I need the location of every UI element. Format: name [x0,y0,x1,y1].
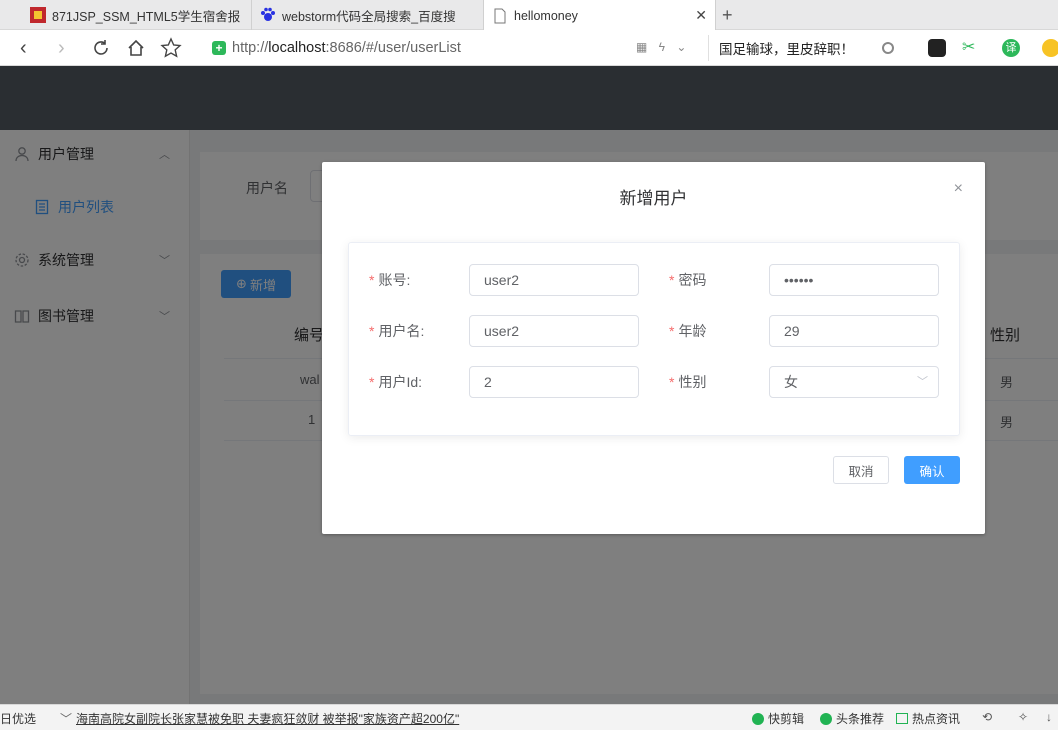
dialog-title: 新增用户 [619,189,688,208]
account-label: * 账号: [369,272,411,288]
browser-tab-2[interactable]: webstorm代码全局搜索_百度搜 [252,0,484,30]
play-icon [752,713,764,725]
age-input[interactable]: 29 [769,315,939,347]
page-icon [494,8,506,23]
username-input[interactable]: user2 [469,315,639,347]
address-bar: ‹ › + http://localhost:8686/#/user/userL… [0,30,1058,66]
back-icon[interactable]: ‹ [20,36,27,60]
age-label: * 年龄 [669,323,707,339]
url-prefix: http:// [232,40,269,56]
search-field[interactable]: 国足输球，里皮辞职！ [708,35,908,61]
secure-shield-icon: + [212,41,226,55]
new-tab-button[interactable]: + [722,5,733,26]
userid-input[interactable]: 2 [469,366,639,398]
site-favicon-icon [30,7,46,23]
gender-selected-value: 女 [784,374,798,390]
url-path: :8686/#/user/userList [325,40,461,56]
extension-robot-icon[interactable] [928,39,946,57]
news-ticker-link[interactable]: 海南高院女副院长张家慧被免职 夫妻疯狂敛财 被举报"家族资产超200亿" [76,710,459,727]
qr-flash-icons[interactable]: ▦ ϟ ⌄ [636,40,690,54]
account-input[interactable]: user2 [469,264,639,296]
username-label: * 用户名: [369,323,425,339]
hotspot-button[interactable]: 热点资讯 [896,710,960,727]
toutiao-button[interactable]: 头条推荐 [820,710,884,727]
tab-close-icon[interactable]: ✕ [695,7,707,24]
gender-select[interactable]: 女 ﹀ [769,366,939,398]
browser-tab-1[interactable]: 871JSP_SSM_HTML5学生宿舍报 [22,0,252,30]
chevron-down-icon: ﹀ [917,376,928,388]
browser-tab-bar: 871JSP_SSM_HTML5学生宿舍报 webstorm代码全局搜索_百度搜… [0,0,1058,31]
play-icon [820,713,832,725]
userid-label: * 用户Id: [369,374,423,390]
url-host: localhost [268,40,326,56]
tab-title: webstorm代码全局搜索_百度搜 [282,9,456,24]
status-left-text: 日优选 [0,712,37,726]
password-label: * 密码 [669,272,707,288]
dialog-close-icon[interactable]: × [954,180,963,198]
confirm-button[interactable]: 确认 [904,456,960,484]
news-icon [896,713,908,724]
cancel-button[interactable]: 取消 [833,456,889,484]
gender-label: * 性别 [669,374,707,390]
url-field[interactable]: + http://localhost:8686/#/user/userList [212,35,702,61]
tab-title: 871JSP_SSM_HTML5学生宿舍报 [52,9,241,24]
home-icon[interactable] [126,38,146,58]
coin-icon[interactable] [1042,39,1058,57]
search-suggestion: 国足输球，里皮辞职！ [719,42,854,57]
reload-icon[interactable] [92,39,110,57]
kuaijian-button[interactable]: 快剪辑 [752,710,804,727]
browser-status-bar: 日优选 ﹀ 海南高院女副院长张家慧被免职 夫妻疯狂敛财 被举报"家族资产超200… [0,704,1058,730]
download-icon[interactable]: ↓ [1046,710,1052,724]
forward-icon[interactable]: › [58,36,65,60]
password-input[interactable]: •••••• [769,264,939,296]
bookmark-star-icon[interactable] [160,37,182,59]
add-user-dialog: 新增用户 × * 账号: user2 * 密码 •••••• * 用户名: user2… [322,162,985,534]
tab-title: hellomoney [514,8,578,23]
pin-icon[interactable]: ✧ [1018,710,1028,724]
scissors-icon[interactable]: ✂ [962,39,975,57]
history-icon[interactable]: ⟲ [982,710,992,724]
baidu-paw-icon [261,7,275,21]
chevron-down-icon[interactable]: ﹀ [60,710,72,727]
translate-icon[interactable]: 译 [1002,39,1020,57]
browser-tab-3-active[interactable]: hellomoney ✕ [484,0,716,31]
search-icon[interactable] [882,42,894,54]
user-form: * 账号: user2 * 密码 •••••• * 用户名: user2 * 年龄 29… [348,242,960,436]
